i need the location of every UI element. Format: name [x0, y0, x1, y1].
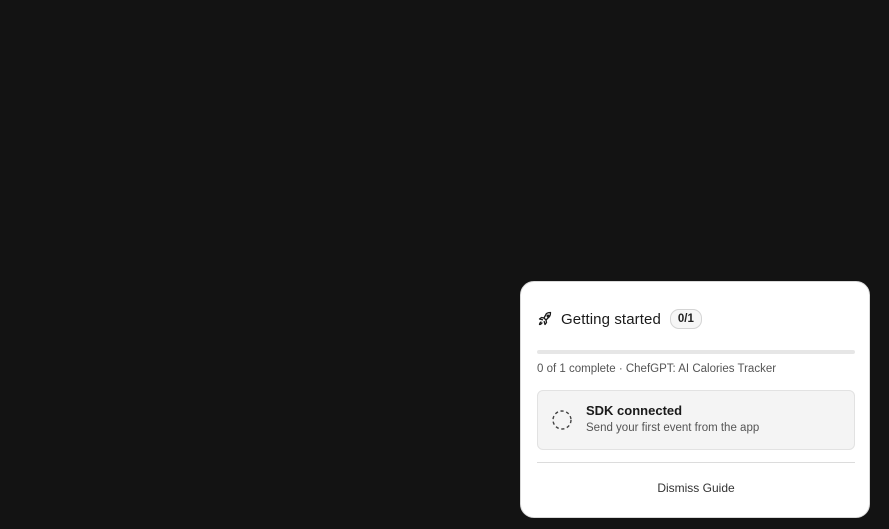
progress-count-badge: 0/1 — [669, 309, 702, 329]
guide-header: Getting started 0/1 — [537, 308, 702, 330]
step-description: Send your first event from the app — [586, 422, 760, 434]
progress-summary: 0 of 1 complete · ChefGPT: AI Calories T… — [537, 363, 777, 375]
getting-started-guide-panel: Getting started 0/1 0 of 1 complete · Ch… — [520, 281, 870, 518]
divider — [537, 462, 855, 463]
rocket-icon — [537, 311, 553, 327]
progress-bar — [537, 350, 855, 354]
guide-title: Getting started — [561, 310, 661, 328]
dashed-circle-icon — [551, 409, 573, 431]
step-sdk-connected[interactable]: SDK connected Send your first event from… — [537, 390, 855, 450]
step-title: SDK connected — [586, 403, 683, 418]
dismiss-guide-button[interactable]: Dismiss Guide — [537, 478, 855, 498]
